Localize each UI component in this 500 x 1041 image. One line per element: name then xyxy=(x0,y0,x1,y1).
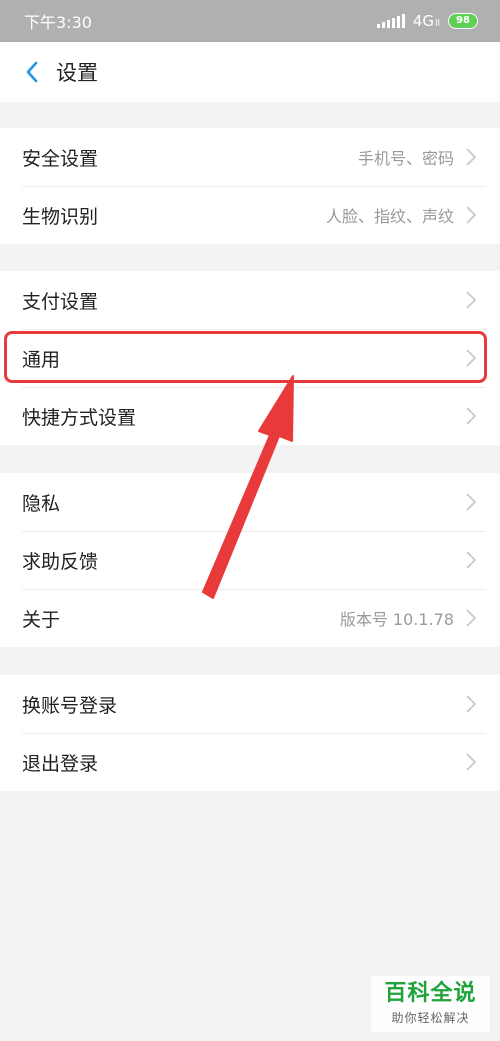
item-value: 人脸、指纹、声纹 xyxy=(325,207,454,226)
item-label: 退出登录 xyxy=(22,752,99,775)
chevron-right-icon xyxy=(466,551,477,569)
payment-settings-item[interactable]: 支付设置 xyxy=(0,271,500,329)
version-value: 版本号 10.1.78 xyxy=(339,610,454,629)
settings-group-account: 换账号登录 退出登录 xyxy=(0,675,500,791)
item-label: 通用 xyxy=(22,348,61,371)
security-settings-item[interactable]: 安全设置 手机号、密码 xyxy=(0,128,500,186)
item-label: 快捷方式设置 xyxy=(22,406,137,429)
logout-item[interactable]: 退出登录 xyxy=(0,733,500,791)
watermark-title: 百科全说 xyxy=(384,981,477,1007)
switch-account-item[interactable]: 换账号登录 xyxy=(0,675,500,733)
item-label: 安全设置 xyxy=(22,147,99,170)
item-label: 关于 xyxy=(22,608,61,631)
page-title: 设置 xyxy=(56,61,98,85)
chevron-right-icon xyxy=(466,148,477,166)
item-value: 手机号、密码 xyxy=(357,149,454,168)
network-type: 4G xyxy=(412,12,434,30)
battery-level: 98 xyxy=(456,15,470,26)
about-item[interactable]: 关于 版本号 10.1.78 xyxy=(0,589,500,647)
settings-group-general: 支付设置 通用 快捷方式设置 xyxy=(0,271,500,445)
chevron-right-icon xyxy=(466,695,477,713)
item-label: 换账号登录 xyxy=(22,694,118,717)
help-feedback-item[interactable]: 求助反馈 xyxy=(0,531,500,589)
status-time: 下午3:30 xyxy=(24,13,92,32)
nav-bar: 设置 xyxy=(0,42,500,102)
settings-group-security: 安全设置 手机号、密码 生物识别 人脸、指纹、声纹 xyxy=(0,128,500,244)
chevron-right-icon xyxy=(466,349,477,367)
chevron-right-icon xyxy=(466,493,477,511)
status-bar: 下午3:30 4Gll 98 xyxy=(0,0,500,42)
settings-group-about: 隐私 求助反馈 关于 版本号 10.1.78 xyxy=(0,473,500,647)
privacy-item[interactable]: 隐私 xyxy=(0,473,500,531)
item-label: 支付设置 xyxy=(22,290,99,313)
chevron-right-icon xyxy=(466,407,477,425)
signal-icon xyxy=(376,14,405,28)
chevron-right-icon xyxy=(466,753,477,771)
item-label: 隐私 xyxy=(22,492,61,515)
network-sub: ll xyxy=(434,19,440,29)
back-icon[interactable] xyxy=(12,52,52,92)
watermark-logo: 百科全说 助你轻松解决 xyxy=(371,976,490,1032)
chevron-right-icon xyxy=(466,609,477,627)
watermark-subtitle: 助你轻松解决 xyxy=(391,1010,470,1025)
battery-icon: 98 xyxy=(448,13,478,29)
shortcut-settings-item[interactable]: 快捷方式设置 xyxy=(0,387,500,445)
chevron-right-icon xyxy=(466,291,477,309)
status-icons: 4Gll 98 xyxy=(376,12,478,30)
item-label: 求助反馈 xyxy=(22,550,99,573)
network-indicator: 4Gll xyxy=(413,12,440,30)
general-item[interactable]: 通用 xyxy=(0,329,500,387)
biometric-item[interactable]: 生物识别 人脸、指纹、声纹 xyxy=(0,186,500,244)
chevron-right-icon xyxy=(466,206,477,224)
item-label: 生物识别 xyxy=(22,205,99,228)
